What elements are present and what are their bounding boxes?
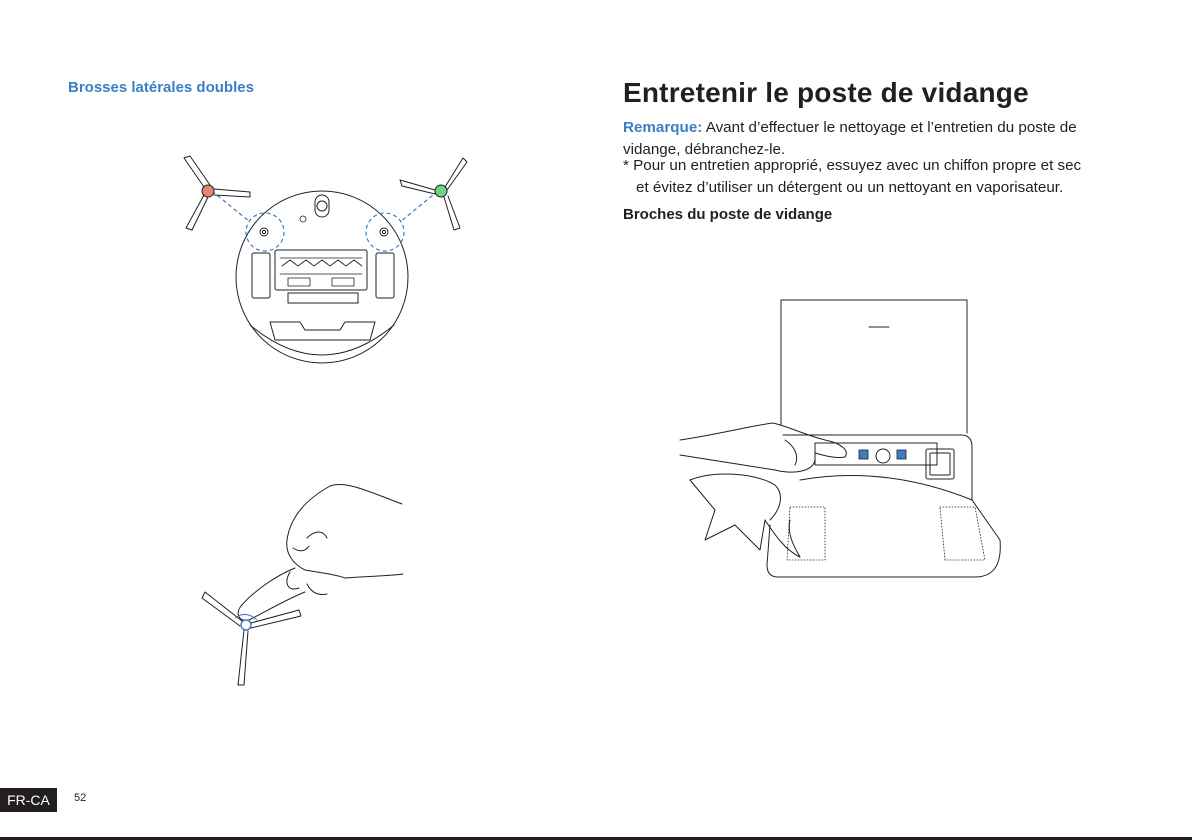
note-label: Remarque: — [623, 119, 703, 136]
page-title: Entretenir le poste de vidange — [623, 77, 1029, 108]
subheading: Broches du poste de vidange — [623, 206, 833, 223]
tip-line-1: * Pour un entretien approprié, essuyez a… — [623, 157, 1082, 174]
language-tab: FR-CA — [0, 788, 57, 812]
page-number: 52 — [74, 792, 87, 804]
section-title: Brosses latérales doubles — [68, 79, 254, 96]
hand-holding-brush-icon — [201, 483, 404, 686]
tip-paragraph: * Pour un entretien approprié, essuyez a… — [623, 155, 1123, 199]
robot-underside-icon — [183, 155, 468, 364]
tip-line-2: et évitez d’utiliser un détergent ou un … — [636, 179, 1064, 196]
hand-wiping-station-icon — [679, 299, 1001, 578]
